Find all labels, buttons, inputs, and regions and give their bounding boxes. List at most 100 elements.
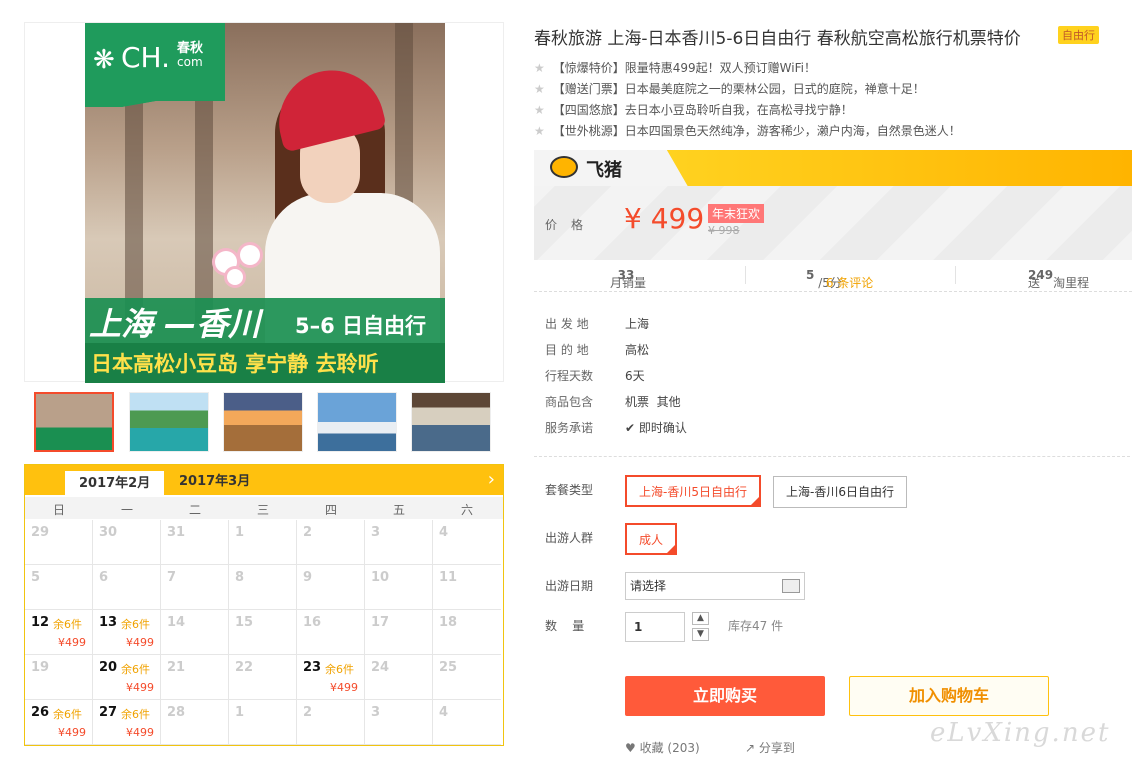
info-label-destination: 目 的 地 [545,343,589,357]
calendar-day: 1 [229,700,297,745]
day-number: 22 [235,660,254,675]
day-stock: 余6件 [121,618,150,631]
package-type-label: 套餐类型 [545,483,594,497]
day-price: ¥499 [330,681,358,694]
day-number: 20 [99,660,118,675]
calendar-day: 6 [93,565,161,610]
quantity-label: 数 量 [545,619,585,633]
divider [534,456,1130,457]
points-prefix: 送 [1028,276,1041,290]
points-suffix: 淘里程 [1053,276,1090,290]
star-icon: ★ [534,124,545,138]
day-price: ¥499 [126,636,154,649]
favorite-button[interactable]: ♥ 收藏 (203) [625,739,700,756]
calendar-day[interactable]: 27 余6件 ¥499 [93,700,161,745]
day-price: ¥499 [58,636,86,649]
day-stock: 余6件 [121,663,150,676]
calendar-day: 4 [433,700,501,745]
calendar-day: 25 [433,655,501,700]
calendar-day: 17 [365,610,433,655]
current-price: ¥ 499 [624,202,705,235]
reviews-link[interactable]: 6 条评论 [826,274,873,291]
departure-calendar: 2017年2月 2017年3月 › 日一二三四五六 29 30 31 1 2 3 4 5 6 7 8… [24,464,504,746]
day-price: ¥499 [126,726,154,739]
tab-mar-2017[interactable]: 2017年3月 [165,469,264,495]
calendar-icon[interactable] [782,579,800,593]
info-label-promise: 服务承诺 [545,421,594,435]
thumbnail-5[interactable] [411,392,491,452]
calendar-day: 28 [161,700,229,745]
thumbnail-4[interactable] [317,392,397,452]
heart-icon: ♥ [625,741,636,755]
day-number: 13 [99,615,118,630]
day-stock: 余6件 [53,618,82,631]
quantity-decrease-button[interactable]: ▼ [692,628,709,641]
chevron-right-icon[interactable]: › [488,469,495,490]
day-number: 2 [303,525,313,540]
day-number: 12 [31,615,50,630]
calendar-day: 30 [93,520,161,565]
quantity-increase-button[interactable]: ▲ [692,612,709,625]
calendar-day: 1 [229,520,297,565]
calendar-day: 15 [229,610,297,655]
calendar-day[interactable]: 20 余6件 ¥499 [93,655,161,700]
day-stock: 余6件 [121,708,150,721]
info-value-includes: 机票 其他 [625,395,681,409]
day-number: 26 [31,705,50,720]
day-number: 4 [439,525,449,540]
calendar-day[interactable]: 23 余6件 ¥499 [297,655,365,700]
day-number: 31 [167,525,186,540]
package-option-5day[interactable]: 上海-香川5日自由行 [625,475,761,507]
platform-name: 飞猪 [586,160,622,181]
calendar-day: 8 [229,565,297,610]
promo-photo: ❋ CH. 春秋 com 上海 —香川 5–6 日自由行 日本高松小豆岛 享宁静… [85,23,445,383]
info-label-days: 行程天数 [545,369,594,383]
day-number: 7 [167,570,177,585]
day-number: 30 [99,525,118,540]
thumbnail-2[interactable] [129,392,209,452]
star-icon: ★ [534,61,545,75]
day-number: 24 [371,660,390,675]
package-option-6day[interactable]: 上海-香川6日自由行 [773,476,907,508]
travel-date-label: 出游日期 [545,579,594,593]
original-price: ¥ 998 [708,224,740,237]
calendar-day: 22 [229,655,297,700]
info-label-origin: 出 发 地 [545,317,589,331]
buy-now-button[interactable]: 立即购买 [625,676,825,716]
quantity-input[interactable]: 1 [625,612,685,642]
calendar-day[interactable]: 26 余6件 ¥499 [25,700,93,745]
info-value-days: 6天 [625,369,645,383]
day-number: 16 [303,615,322,630]
add-to-cart-button[interactable]: 加入购物车 [849,676,1049,716]
product-type-badge: 自由行 [1058,26,1099,44]
day-number: 3 [371,525,381,540]
day-number: 3 [371,705,381,720]
star-icon: ★ [534,103,545,117]
day-price: ¥499 [126,681,154,694]
weekday-label: 六 [460,503,473,517]
day-number: 1 [235,705,245,720]
calendar-day[interactable]: 13 余6件 ¥499 [93,610,161,655]
calendar-day[interactable]: 12 余6件 ¥499 [25,610,93,655]
price-label: 价格 [545,218,598,232]
calendar-day: 21 [161,655,229,700]
share-button[interactable]: ↗ 分享到 [745,739,795,756]
price-panel: 飞猪 价格 ¥ 499 年末狂欢 ¥ 998 [534,150,1132,260]
thumbnail-1[interactable] [34,392,114,452]
highlight-item: ★ 【惊爆特价】限量特惠499起！双人预订赠WiFi！ [534,61,816,75]
tab-feb-2017[interactable]: 2017年2月 [65,469,165,495]
calendar-day: 24 [365,655,433,700]
monthly-sales-label: 月销量 [610,276,647,290]
day-number: 18 [439,615,458,630]
day-number: 8 [235,570,245,585]
thumbnail-3[interactable] [223,392,303,452]
crowd-option-adult[interactable]: 成人 [625,523,678,555]
day-number: 17 [371,615,390,630]
calendar-day: 9 [297,565,365,610]
day-number: 27 [99,705,118,720]
travel-date-picker[interactable]: 请选择 [625,572,805,600]
rating: 5 [806,268,815,282]
day-number: 25 [439,660,458,675]
calendar-day: 7 [161,565,229,610]
sales-stats: 月销量 33 5 /5分 6 条评论 送 249 淘里程 [534,262,1132,292]
